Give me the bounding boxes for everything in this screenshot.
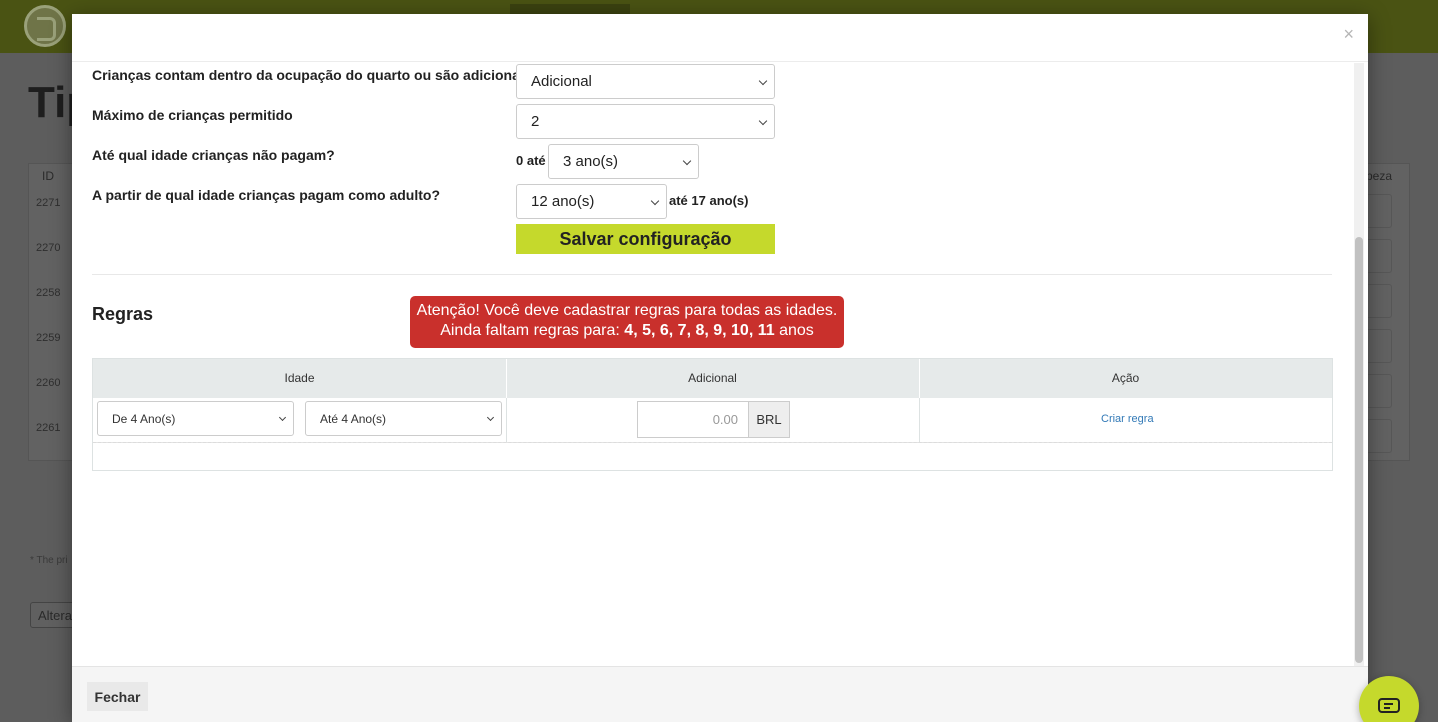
table-row-id: 2261 <box>36 422 61 434</box>
children-policy-modal: × Crianças contam dentro da ocupação do … <box>72 14 1368 722</box>
column-divider <box>919 398 920 442</box>
select-value: Até 4 Ano(s) <box>320 412 387 426</box>
chevron-down-icon <box>650 196 660 206</box>
chat-icon <box>1378 698 1400 713</box>
alert-prefix: Ainda faltam regras para: <box>440 322 620 339</box>
select-value: De 4 Ano(s) <box>112 412 176 426</box>
table-row-id: 2271 <box>36 197 61 209</box>
scrollbar-thumb[interactable] <box>1355 237 1363 663</box>
column-header-age: Idade <box>284 371 315 385</box>
row-action-box <box>1366 419 1392 453</box>
adult-age-select[interactable]: 12 ano(s) <box>516 184 667 219</box>
currency-addon: BRL <box>748 401 790 438</box>
select-value: 2 <box>531 113 540 130</box>
free-age-label: Até qual idade crianças não pagam? <box>92 147 335 163</box>
save-config-button[interactable]: Salvar configuração <box>516 224 775 254</box>
section-divider <box>92 274 1332 275</box>
row-action-box <box>1366 284 1392 318</box>
chevron-down-icon <box>486 413 495 422</box>
chevron-down-icon <box>278 413 287 422</box>
chevron-down-icon <box>758 116 768 126</box>
table-row-id: 2258 <box>36 287 61 299</box>
row-divider <box>93 442 1332 443</box>
select-value: 12 ano(s) <box>531 193 595 210</box>
modal-body: Crianças contam dentro da ocupação do qu… <box>72 63 1354 666</box>
table-row-id: 2270 <box>36 242 61 254</box>
modal-header: × <box>72 14 1368 62</box>
alert-line-1: Atenção! Você deve cadastrar regras para… <box>416 302 838 319</box>
adult-age-label: A partir de qual idade crianças pagam co… <box>92 187 441 203</box>
modal-footer: Fechar <box>72 666 1368 722</box>
additional-amount-input[interactable]: 0.00 <box>637 401 749 438</box>
table-row-id: 2260 <box>36 377 61 389</box>
close-button[interactable]: Fechar <box>87 682 148 711</box>
row-action-box <box>1366 194 1392 228</box>
max-children-label: Máximo de crianças permitido <box>92 107 293 123</box>
alert-line-2: Ainda faltam regras para: 4, 5, 6, 7, 8,… <box>410 321 844 341</box>
select-value: Adicional <box>531 73 592 90</box>
free-age-select[interactable]: 3 ano(s) <box>548 144 699 179</box>
row-action-box <box>1366 329 1392 363</box>
alert-suffix: anos <box>779 322 814 339</box>
select-value: 3 ano(s) <box>563 153 619 170</box>
chevron-down-icon <box>758 76 768 86</box>
age-from-select[interactable]: De 4 Ano(s) <box>97 401 294 436</box>
close-icon[interactable]: × <box>1343 24 1354 45</box>
column-header-action: Ação <box>1111 371 1140 385</box>
logo-icon <box>24 5 66 47</box>
free-age-prefix: 0 até <box>516 153 546 168</box>
modal-scrollbar[interactable] <box>1354 63 1364 666</box>
alert-ages: 4, 5, 6, 7, 8, 9, 10, 11 <box>624 322 775 339</box>
table-row-id: 2259 <box>36 332 61 344</box>
rules-title: Regras <box>92 304 154 324</box>
rules-table: Idade Adicional Ação De 4 Ano(s) Até 4 A… <box>92 358 1333 471</box>
adult-age-suffix: até 17 ano(s) <box>669 193 749 208</box>
row-action-box <box>1366 374 1392 408</box>
table-header-right: peza <box>1366 169 1393 183</box>
children-occupancy-label: Crianças contam dentro da ocupação do qu… <box>92 67 541 83</box>
column-divider <box>506 398 507 442</box>
create-rule-link[interactable]: Criar regra <box>1101 413 1154 425</box>
missing-rules-alert: Atenção! Você deve cadastrar regras para… <box>410 296 844 348</box>
age-to-select[interactable]: Até 4 Ano(s) <box>305 401 502 436</box>
children-occupancy-select[interactable]: Adicional <box>516 64 775 99</box>
table-header-id: ID <box>42 169 54 183</box>
footnote: * The pri <box>30 555 68 566</box>
max-children-select[interactable]: 2 <box>516 104 775 139</box>
chevron-down-icon <box>682 156 692 166</box>
column-header-additional: Adicional <box>688 371 737 385</box>
row-action-box <box>1366 239 1392 273</box>
